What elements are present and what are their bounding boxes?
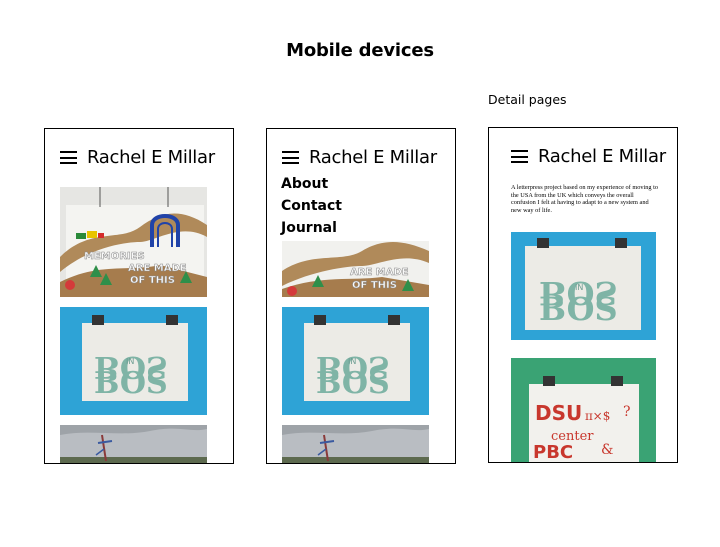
hamburger-menu-icon[interactable] [511, 150, 528, 163]
bos-in-bos-project-image[interactable]: BOS IN BOS [282, 307, 429, 415]
memories-text-line2: ARE MADE [128, 263, 187, 274]
bos-text-bottom: BOS [316, 366, 390, 401]
hamburger-menu-icon[interactable] [282, 151, 299, 164]
detail-pages-label: Detail pages [488, 92, 567, 107]
phone-mockup-detail: Rachel E Millar A letterpress project ba… [488, 127, 678, 463]
phone-mockup-menu-open: Rachel E Millar About Contact Journal AR… [266, 128, 456, 464]
menu-item-about[interactable]: About [281, 173, 342, 195]
site-brand[interactable]: Rachel E Millar [538, 146, 666, 167]
menu-item-contact[interactable]: Contact [281, 195, 342, 217]
bos-in-bos-detail-image: BOS IN BOS [511, 232, 656, 340]
usa-text-dsu: DSU [535, 401, 582, 425]
usa-text-pbc: PBC [533, 442, 573, 463]
bos-text-bottom: BOS [94, 366, 168, 401]
memories-text-line2: ARE MADE [350, 267, 409, 278]
page-title: Mobile devices [286, 40, 434, 61]
usa-letterpress-detail-image: DSU ɪɪ×$ ? center PBC & [511, 358, 656, 463]
bos-text-bottom: BOS [539, 290, 618, 328]
nav-menu: About Contact Journal [281, 173, 342, 239]
bos-text-in: IN [126, 357, 134, 366]
memories-project-image[interactable]: MEMORIES ARE MADE OF THIS [60, 187, 207, 297]
site-header: Rachel E Millar [282, 147, 437, 168]
project-description: A letterpress project based on my experi… [511, 184, 659, 214]
site-brand[interactable]: Rachel E Millar [309, 147, 437, 168]
memories-project-image[interactable]: ARE MADE OF THIS [282, 241, 429, 297]
memories-text-line3: OF THIS [130, 275, 175, 286]
svg-text:&: & [601, 442, 613, 458]
phone-mockup-home: Rachel E Millar MEMORIES ARE MADE OF THI… [44, 128, 234, 464]
memories-text-line1: MEMORIES [84, 251, 145, 262]
bos-in-bos-project-image[interactable]: BOS IN BOS [60, 307, 207, 415]
landscape-project-image[interactable] [60, 425, 207, 463]
site-header: Rachel E Millar [60, 147, 215, 168]
bos-text-in: IN [348, 357, 356, 366]
site-header: Rachel E Millar [511, 146, 666, 167]
landscape-project-image[interactable] [282, 425, 429, 463]
menu-item-journal[interactable]: Journal [281, 217, 342, 239]
site-brand[interactable]: Rachel E Millar [87, 147, 215, 168]
hamburger-menu-icon[interactable] [60, 151, 77, 164]
svg-text:?: ? [623, 404, 631, 420]
memories-text-line3: OF THIS [352, 280, 397, 291]
svg-text:ɪɪ×$: ɪɪ×$ [585, 409, 610, 423]
